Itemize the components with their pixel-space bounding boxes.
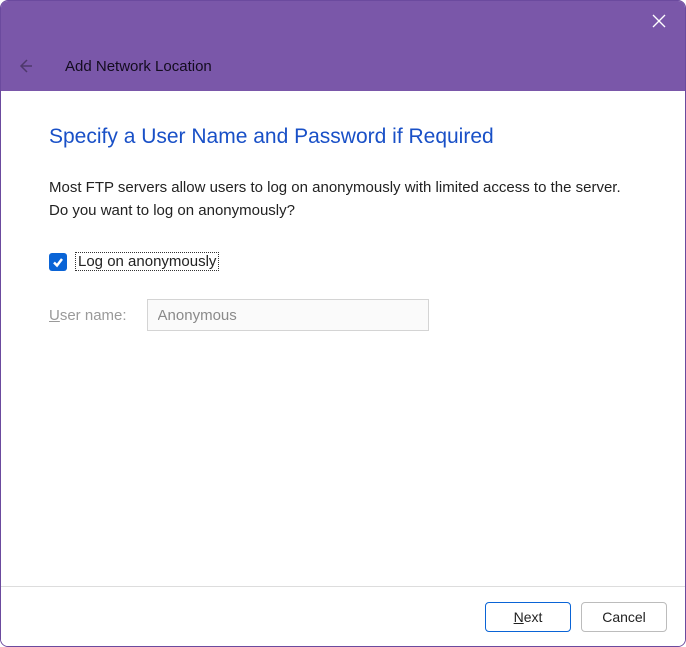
header-bar: Add Network Location bbox=[1, 41, 685, 91]
titlebar bbox=[1, 1, 685, 41]
anonymous-checkbox[interactable] bbox=[49, 253, 67, 271]
close-icon[interactable] bbox=[649, 11, 669, 31]
username-label: User name: bbox=[49, 307, 127, 324]
username-row: User name: bbox=[49, 299, 637, 331]
description-text: Most FTP servers allow users to log on a… bbox=[49, 177, 637, 222]
header-title: Add Network Location bbox=[65, 58, 212, 75]
page-heading: Specify a User Name and Password if Requ… bbox=[49, 125, 637, 149]
anonymous-checkbox-label[interactable]: Log on anonymously bbox=[75, 252, 219, 271]
dialog-window: Add Network Location Specify a User Name… bbox=[0, 0, 686, 647]
cancel-button[interactable]: Cancel bbox=[581, 602, 667, 632]
anonymous-checkbox-row: Log on anonymously bbox=[49, 252, 637, 271]
footer-bar: Next Cancel bbox=[1, 586, 685, 646]
next-button[interactable]: Next bbox=[485, 602, 571, 632]
back-arrow-icon bbox=[13, 54, 37, 78]
content-area: Specify a User Name and Password if Requ… bbox=[1, 91, 685, 586]
username-input[interactable] bbox=[147, 299, 429, 331]
